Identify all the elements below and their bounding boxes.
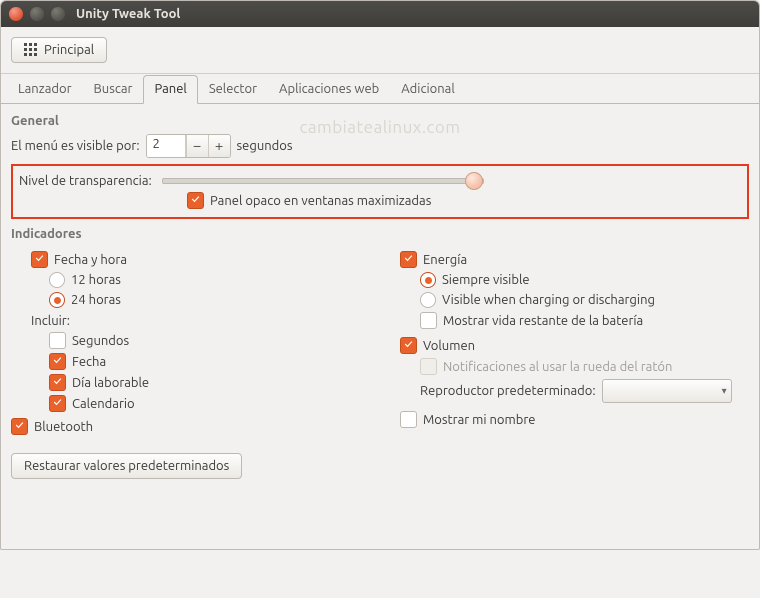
minimize-icon[interactable] — [30, 7, 44, 21]
tab-aplicaciones-web[interactable]: Aplicaciones web — [268, 75, 390, 104]
energy-remaining-label: Mostrar vida restante de la batería — [443, 314, 643, 328]
tab-selector[interactable]: Selector — [198, 75, 268, 104]
chevron-down-icon: ▾ — [722, 385, 727, 397]
seconds-label: Segundos — [72, 334, 129, 348]
tabbar: Lanzador Buscar Panel Selector Aplicacio… — [1, 74, 759, 104]
calendar-label: Calendario — [72, 397, 135, 411]
player-combobox[interactable]: ▾ — [602, 379, 732, 403]
stepper-minus-button[interactable]: − — [186, 135, 208, 157]
indicators-col-right: Energía Siempre visible Visible when cha… — [400, 247, 749, 479]
energy-always-label: Siempre visible — [442, 273, 530, 287]
menu-visible-value: 2 — [147, 135, 186, 157]
indicators-col-left: Fecha y hora 12 horas 24 horas Incluir: … — [11, 247, 360, 479]
datetime-checkbox[interactable] — [31, 251, 48, 268]
calendar-checkbox[interactable] — [49, 395, 66, 412]
include-label: Incluir: — [31, 314, 70, 328]
transparency-label: Nivel de transparencia: — [19, 174, 152, 188]
slider-thumb-icon[interactable] — [465, 172, 483, 190]
tab-lanzador[interactable]: Lanzador — [7, 75, 83, 104]
radio-24h[interactable] — [49, 292, 65, 308]
content-area: cambiatealinux.com General El menú es vi… — [1, 104, 759, 549]
bluetooth-checkbox[interactable] — [11, 418, 28, 435]
menu-visible-label: El menú es visible por: — [11, 139, 140, 153]
window-title: Unity Tweak Tool — [76, 7, 180, 21]
seconds-checkbox[interactable] — [49, 332, 66, 349]
principal-label: Principal — [44, 43, 94, 57]
volume-notify-checkbox — [420, 358, 437, 375]
energy-charging-label: Visible when charging or discharging — [442, 293, 655, 307]
volume-notify-label: Notificaciones al usar la rueda del rató… — [443, 360, 672, 374]
show-name-checkbox[interactable] — [400, 411, 417, 428]
section-general-title: General — [11, 114, 749, 128]
maximize-icon[interactable] — [51, 7, 65, 21]
tab-adicional[interactable]: Adicional — [390, 75, 466, 104]
grid-icon — [24, 43, 38, 57]
opaque-panel-checkbox[interactable] — [187, 192, 204, 209]
player-label: Reproductor predeterminado: — [420, 384, 596, 398]
close-icon[interactable] — [9, 7, 23, 21]
datetime-label: Fecha y hora — [54, 253, 127, 267]
opaque-panel-label: Panel opaco en ventanas maximizadas — [210, 194, 431, 208]
radio-12h[interactable] — [49, 272, 65, 288]
highlight-box: Nivel de transparencia: Panel opaco en v… — [11, 164, 749, 219]
radio-12h-label: 12 horas — [71, 273, 121, 287]
volume-label: Volumen — [423, 339, 475, 353]
workday-checkbox[interactable] — [49, 374, 66, 391]
restore-defaults-label: Restaurar valores predeterminados — [24, 459, 229, 473]
energy-label: Energía — [423, 253, 467, 267]
titlebar: Unity Tweak Tool — [1, 1, 759, 27]
menu-visible-stepper[interactable]: 2 − + — [146, 134, 231, 158]
energy-remaining-checkbox[interactable] — [420, 312, 437, 329]
date-label: Fecha — [72, 355, 106, 369]
volume-checkbox[interactable] — [400, 337, 417, 354]
energy-charging-radio[interactable] — [420, 292, 436, 308]
energy-checkbox[interactable] — [400, 251, 417, 268]
menu-visible-unit: segundos — [237, 139, 293, 153]
tab-panel[interactable]: Panel — [143, 75, 197, 104]
workday-label: Día laborable — [72, 376, 149, 390]
app-window: Unity Tweak Tool Principal Lanzador Busc… — [0, 0, 760, 550]
bluetooth-label: Bluetooth — [34, 420, 93, 434]
toolbar: Principal — [1, 27, 759, 74]
show-name-label: Mostrar mi nombre — [423, 413, 535, 427]
principal-button[interactable]: Principal — [11, 37, 107, 63]
date-checkbox[interactable] — [49, 353, 66, 370]
radio-24h-label: 24 horas — [71, 293, 121, 307]
transparency-slider[interactable] — [162, 178, 484, 184]
stepper-plus-button[interactable]: + — [208, 135, 230, 157]
restore-defaults-button[interactable]: Restaurar valores predeterminados — [11, 453, 242, 479]
tab-buscar[interactable]: Buscar — [83, 75, 144, 104]
energy-always-radio[interactable] — [420, 272, 436, 288]
section-indicators-title: Indicadores — [11, 227, 749, 241]
